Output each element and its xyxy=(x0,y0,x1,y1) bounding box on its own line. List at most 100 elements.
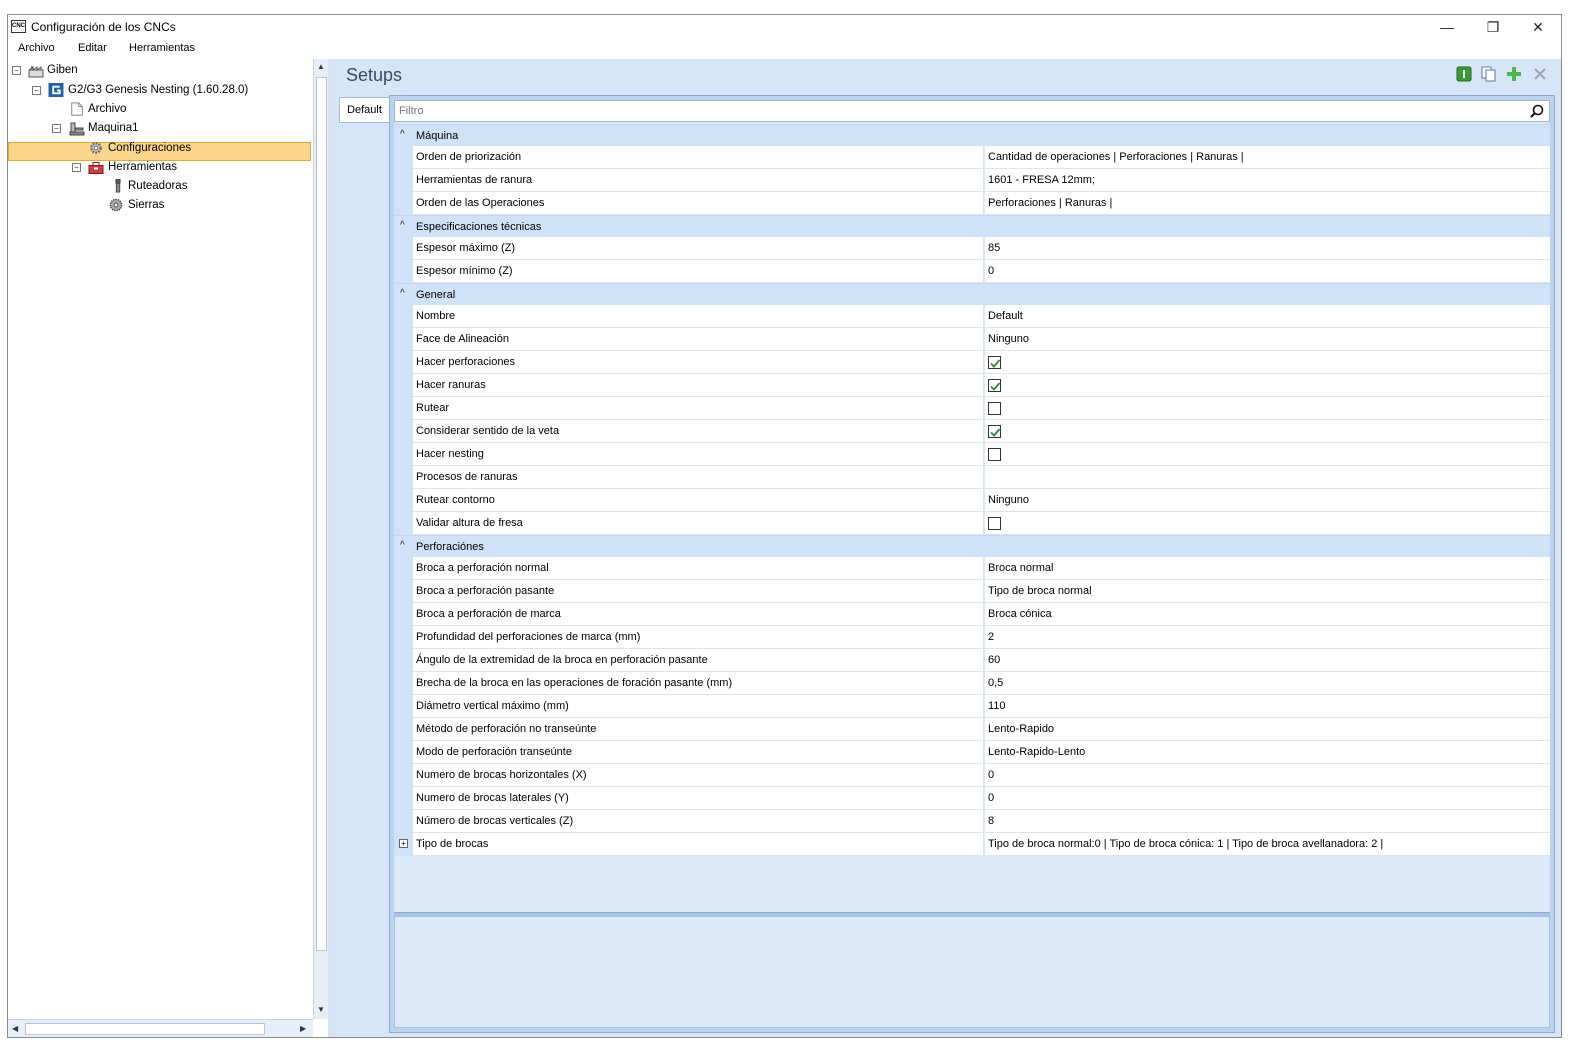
checkbox[interactable] xyxy=(988,448,1001,461)
tree-node-giben[interactable]: − Giben xyxy=(8,61,308,80)
property-row[interactable]: Hacer ranuras xyxy=(394,374,1550,397)
property-row-tipo-brocas[interactable]: + Tipo de brocas Tipo de broca normal:0 … xyxy=(394,833,1550,856)
category-general[interactable]: ^ General xyxy=(394,283,1550,305)
scroll-left-icon[interactable]: ◀ xyxy=(12,1024,18,1033)
menu-archivo[interactable]: Archivo xyxy=(18,42,55,54)
collapse-chevron-icon[interactable]: ^ xyxy=(400,129,405,140)
property-row[interactable]: Validar altura de fresa xyxy=(394,512,1550,535)
tree-node-maquina1[interactable]: − Maquina1 xyxy=(8,119,308,138)
property-row[interactable]: Face de Alineación Ninguno xyxy=(394,328,1550,351)
property-value[interactable]: 0,5 xyxy=(985,672,1550,695)
category-especificaciones[interactable]: ^ Especificaciones técnicas xyxy=(394,215,1550,237)
property-value[interactable]: Lento-Rapido-Lento xyxy=(985,741,1550,764)
property-row[interactable]: Herramientas de ranura 1601 - FRESA 12mm… xyxy=(394,169,1550,192)
property-value[interactable]: Perforaciones | Ranuras | xyxy=(985,192,1550,215)
property-row[interactable]: Rutear contorno Ninguno xyxy=(394,489,1550,512)
vertical-scroll-thumb[interactable] xyxy=(316,77,327,951)
property-row[interactable]: Hacer perforaciones xyxy=(394,351,1550,374)
close-button[interactable]: ✕ xyxy=(1515,15,1561,39)
checkbox[interactable] xyxy=(988,517,1001,530)
tree-vertical-scrollbar[interactable]: ▲ ▼ xyxy=(313,59,328,1019)
tree-node-configuraciones[interactable]: Configuraciones xyxy=(8,139,308,158)
category-perforaciones[interactable]: ^ Perforaciónes xyxy=(394,535,1550,557)
checkbox[interactable] xyxy=(988,402,1001,415)
property-row[interactable]: Diámetro vertical máximo (mm) 110 xyxy=(394,695,1550,718)
filter-input[interactable]: Filtro xyxy=(394,100,1550,122)
property-row[interactable]: Orden de las Operaciones Perforaciones |… xyxy=(394,192,1550,215)
scroll-right-icon[interactable]: ▶ xyxy=(300,1024,306,1033)
tree-label-ruteadoras: Ruteadoras xyxy=(128,180,188,192)
scroll-up-icon[interactable]: ▲ xyxy=(317,62,325,71)
tree-horizontal-scrollbar[interactable]: ◀ ▶ xyxy=(8,1019,313,1037)
green-info-icon[interactable] xyxy=(1456,66,1472,82)
tree-node-ruteadoras[interactable]: Ruteadoras xyxy=(8,177,308,196)
property-value[interactable]: Broca cónica xyxy=(985,603,1550,626)
add-icon[interactable] xyxy=(1506,66,1522,82)
collapse-chevron-icon[interactable]: ^ xyxy=(400,220,405,231)
tree-node-herramientas[interactable]: − Herramientas xyxy=(8,158,308,177)
property-value[interactable]: 2 xyxy=(985,626,1550,649)
property-value[interactable]: 1601 - FRESA 12mm; xyxy=(985,169,1550,192)
property-value[interactable]: Ninguno xyxy=(985,489,1550,512)
property-value[interactable]: 85 xyxy=(985,237,1550,260)
menu-herramientas[interactable]: Herramientas xyxy=(129,42,195,54)
property-row[interactable]: Nombre Default xyxy=(394,305,1550,328)
menu-editar[interactable]: Editar xyxy=(78,42,107,54)
property-value[interactable] xyxy=(985,466,1550,489)
property-value[interactable]: Ninguno xyxy=(985,328,1550,351)
collapse-icon[interactable]: − xyxy=(32,86,41,95)
checkbox[interactable] xyxy=(988,356,1001,369)
property-row[interactable]: Espesor máximo (Z) 85 xyxy=(394,237,1550,260)
tree-node-sierras[interactable]: Sierras xyxy=(8,196,308,215)
property-row[interactable]: Número de brocas verticales (Z) 8 xyxy=(394,810,1550,833)
checkbox[interactable] xyxy=(988,379,1001,392)
property-row[interactable]: Procesos de ranuras xyxy=(394,466,1550,489)
property-value[interactable]: Lento-Rapido xyxy=(985,718,1550,741)
property-row[interactable]: Broca a perforación normal Broca normal xyxy=(394,557,1550,580)
copy-icon[interactable] xyxy=(1481,66,1497,82)
category-maquina[interactable]: ^ Máquina xyxy=(394,124,1550,146)
expand-icon[interactable]: + xyxy=(399,839,408,848)
property-value[interactable]: 60 xyxy=(985,649,1550,672)
property-value[interactable]: Default xyxy=(985,305,1550,328)
property-row[interactable]: Considerar sentido de la veta xyxy=(394,420,1550,443)
property-row[interactable]: Orden de priorización Cantidad de operac… xyxy=(394,146,1550,169)
property-row[interactable]: Profundidad del perforaciones de marca (… xyxy=(394,626,1550,649)
tree-node-archivo[interactable]: Archivo xyxy=(8,100,308,119)
property-row[interactable]: Rutear xyxy=(394,397,1550,420)
property-row[interactable]: Modo de perforación transeúnte Lento-Rap… xyxy=(394,741,1550,764)
collapse-chevron-icon[interactable]: ^ xyxy=(400,540,405,551)
property-value[interactable]: 8 xyxy=(985,810,1550,833)
collapse-icon[interactable]: − xyxy=(52,124,61,133)
search-icon[interactable] xyxy=(1530,104,1544,118)
property-row[interactable]: Brecha de la broca en las operaciones de… xyxy=(394,672,1550,695)
property-row[interactable]: Ángulo de la extremidad de la broca en p… xyxy=(394,649,1550,672)
collapse-icon[interactable]: − xyxy=(12,66,21,75)
property-row[interactable]: Espesor mínimo (Z) 0 xyxy=(394,260,1550,283)
minimize-button[interactable]: — xyxy=(1424,15,1470,39)
property-row[interactable]: Broca a perforación pasante Tipo de broc… xyxy=(394,580,1550,603)
property-value[interactable]: Tipo de broca normal:0 | Tipo de broca c… xyxy=(985,833,1550,856)
restore-button[interactable]: ❐ xyxy=(1470,15,1516,39)
property-row[interactable]: Método de perforación no transeúnte Lent… xyxy=(394,718,1550,741)
property-value[interactable]: Broca normal xyxy=(985,557,1550,580)
tab-default[interactable]: Default xyxy=(339,97,389,123)
property-row[interactable]: Numero de brocas horizontales (X) 0 xyxy=(394,764,1550,787)
property-row[interactable]: Numero de brocas laterales (Y) 0 xyxy=(394,787,1550,810)
property-value[interactable]: 0 xyxy=(985,260,1550,283)
property-value[interactable]: Tipo de broca normal xyxy=(985,580,1550,603)
checkbox[interactable] xyxy=(988,425,1001,438)
property-row[interactable]: Hacer nesting xyxy=(394,443,1550,466)
property-row[interactable]: Broca a perforación de marca Broca cónic… xyxy=(394,603,1550,626)
property-value[interactable]: Cantidad de operaciones | Perforaciones … xyxy=(985,146,1550,169)
row-gutter xyxy=(394,741,413,764)
collapse-icon[interactable]: − xyxy=(72,163,81,172)
horizontal-scroll-thumb[interactable] xyxy=(25,1023,265,1035)
scroll-down-icon[interactable]: ▼ xyxy=(317,1005,325,1014)
collapse-chevron-icon[interactable]: ^ xyxy=(400,288,405,299)
delete-icon[interactable] xyxy=(1532,66,1548,82)
property-value[interactable]: 0 xyxy=(985,787,1550,810)
property-value[interactable]: 110 xyxy=(985,695,1550,718)
property-value[interactable]: 0 xyxy=(985,764,1550,787)
tree-node-machine-group[interactable]: − G2/G3 Genesis Nesting (1.60.28.0) xyxy=(8,81,308,100)
